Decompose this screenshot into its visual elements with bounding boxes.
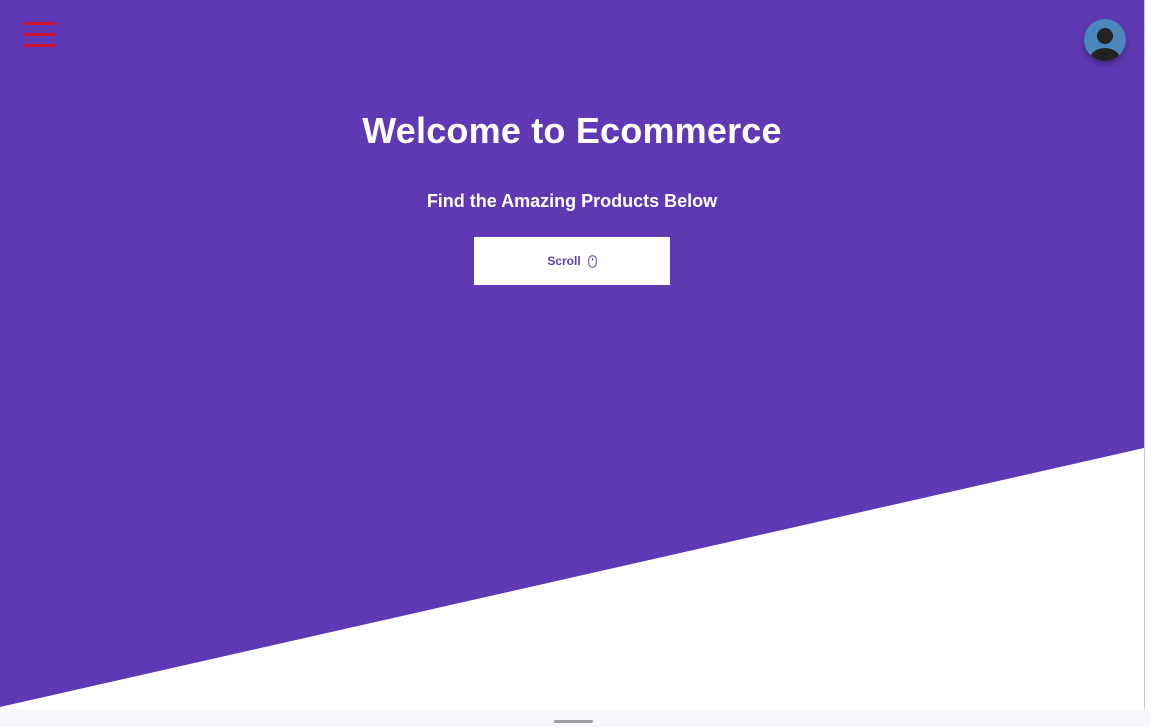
scroll-button-label: Scroll bbox=[547, 254, 581, 268]
drag-handle[interactable] bbox=[554, 720, 593, 723]
hero-subtitle: Find the Amazing Products Below bbox=[426, 191, 718, 211]
hamburger-menu-icon[interactable] bbox=[24, 22, 55, 48]
hero-title: Welcome to Ecommerce bbox=[362, 110, 782, 151]
mouse-icon bbox=[587, 254, 597, 268]
landing-page: Welcome to Ecommerce Find the Amazing Pr… bbox=[0, 0, 1150, 727]
scroll-button[interactable]: Scroll bbox=[474, 237, 670, 285]
bottom-panel-bar bbox=[0, 709, 1150, 727]
hero-diagonal-shape bbox=[0, 0, 1144, 709]
page-edge-divider bbox=[1144, 0, 1145, 709]
user-avatar-icon[interactable] bbox=[1084, 19, 1126, 61]
hero-background bbox=[0, 0, 1144, 709]
